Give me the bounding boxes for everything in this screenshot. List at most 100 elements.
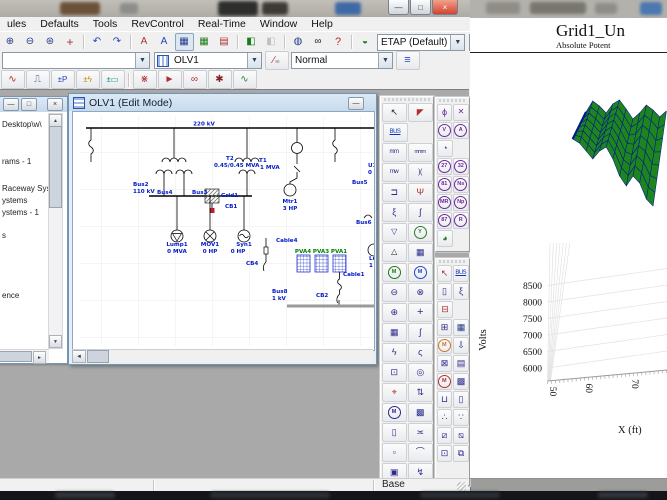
relay-87-button[interactable]: 87 xyxy=(437,212,453,229)
relay-r-button[interactable]: R xyxy=(453,212,469,229)
dc-ups-button[interactable]: ⊡ xyxy=(437,445,453,462)
resize-grip[interactable] xyxy=(457,482,466,491)
ammeter-button[interactable]: A xyxy=(453,122,469,139)
relay-27-button[interactable]: 27 xyxy=(437,158,453,175)
remote-control-button[interactable]: ⌖ xyxy=(382,383,407,402)
dc-converter-button[interactable]: ⊟ xyxy=(437,301,454,318)
dc-machine-button[interactable]: M xyxy=(437,373,453,390)
menu-item-real-time[interactable]: Real-Time xyxy=(191,18,253,30)
zoom-out-button[interactable]: ⊖ xyxy=(21,33,40,51)
taskbar-item[interactable] xyxy=(55,492,115,498)
machine-composite-button[interactable]: M xyxy=(382,403,407,422)
tree-item[interactable]: ystems xyxy=(2,196,27,205)
relay-81-button[interactable]: 81 xyxy=(437,176,453,193)
generator-button[interactable]: Y xyxy=(408,223,433,242)
cable-raceway-button[interactable]: ʃ xyxy=(408,323,433,342)
tree-item[interactable]: ystems - 1 xyxy=(2,208,39,217)
annotation-tool-button[interactable]: ∕₌ xyxy=(265,51,289,70)
menu-item-defaults[interactable]: Defaults xyxy=(33,18,86,30)
menu-item-ules[interactable]: ules xyxy=(0,18,33,30)
maximize-button[interactable]: □ xyxy=(410,0,431,15)
rectifier-button[interactable]: ⧅ xyxy=(453,427,469,444)
dc-link-button[interactable]: ∴ xyxy=(437,409,453,426)
text-edit-button[interactable]: A xyxy=(155,33,174,51)
tree-item[interactable]: rams - 1 xyxy=(2,157,31,166)
area-select-button[interactable]: ◤ xyxy=(408,103,433,122)
tree-item[interactable]: s xyxy=(2,231,6,240)
grid-display-button[interactable]: ▦ xyxy=(175,33,194,51)
scrollbar-thumb[interactable] xyxy=(87,350,109,363)
fuse-button[interactable]: ▫ xyxy=(382,443,407,462)
taskbar-item[interactable] xyxy=(598,492,648,498)
transformer-zigzag-button[interactable]: mw xyxy=(382,163,407,182)
menu-item-tools[interactable]: Tools xyxy=(86,18,125,30)
transmission-line-button[interactable]: Ψ xyxy=(408,183,433,202)
check-continuity-button[interactable]: ◧ xyxy=(262,33,281,51)
panel-system-button[interactable]: ▦ xyxy=(382,323,407,342)
transmission-tower-button[interactable]: △ xyxy=(382,243,407,262)
one-line-diagram[interactable]: 220 kV T2 0.45/0.45 MVA T1 1 MVA Bus2 11… xyxy=(80,116,374,346)
panel-maximize-button[interactable]: □ xyxy=(21,98,37,111)
dc-motor-button[interactable]: M xyxy=(437,337,453,354)
dc-cell-button[interactable]: ⊔ xyxy=(437,391,453,408)
palette-grip[interactable] xyxy=(384,98,430,101)
dc-network-button[interactable]: ▩ xyxy=(453,373,469,390)
dc-composite-button[interactable]: ⊠ xyxy=(437,355,453,372)
chevron-down-icon[interactable]: ▼ xyxy=(450,35,464,50)
context-help-button[interactable]: ? xyxy=(329,33,348,51)
close-button[interactable]: × xyxy=(432,0,458,15)
gauge-meter-button[interactable]: ◕ xyxy=(437,230,454,247)
scrollbar-thumb[interactable] xyxy=(0,351,32,362)
text-box-button[interactable]: A xyxy=(135,33,154,51)
etap-titlebar[interactable]: —□× xyxy=(0,0,470,17)
themes-button[interactable]: ▤ xyxy=(215,33,234,51)
scroll-right-icon[interactable]: ► xyxy=(33,351,46,364)
dotted-panel-button[interactable]: ▩ xyxy=(408,403,433,422)
harmonic-analysis-button[interactable]: ∿ xyxy=(233,70,257,89)
palette-grip[interactable] xyxy=(439,260,466,263)
panel-close-button[interactable]: × xyxy=(47,98,63,111)
zoom-in-button[interactable]: ⊕ xyxy=(1,33,20,51)
dc-resistor-button[interactable]: ξ xyxy=(453,283,469,300)
dc-battery-bank-button[interactable]: ▯ xyxy=(453,391,469,408)
load-profile-button[interactable]: ⎍ xyxy=(26,70,50,89)
scrollbar-thumb[interactable] xyxy=(49,126,62,208)
relay-ns-button[interactable]: Ns xyxy=(453,176,469,193)
redo-button[interactable]: ↷ xyxy=(108,33,127,51)
pan-button[interactable]: + xyxy=(61,33,80,51)
impedance-button[interactable]: ʃ xyxy=(408,203,433,222)
tree-vertical-scrollbar[interactable]: ▲ ▼ xyxy=(48,113,63,349)
diagram-horizontal-scrollbar[interactable]: ◄ xyxy=(72,349,373,362)
disconnect-switch-button[interactable]: ✕ xyxy=(453,104,469,121)
dc-charger-button[interactable]: ⊞ xyxy=(437,319,453,336)
scroll-left-icon[interactable]: ◄ xyxy=(72,350,86,363)
tree-item[interactable]: Raceway Syste xyxy=(2,184,50,193)
harmonic-source-button[interactable]: ◎ xyxy=(408,363,433,382)
project-profile-combo[interactable]: ETAP (Default) ▼ xyxy=(377,34,465,51)
battery-button[interactable]: ▯ xyxy=(382,423,407,442)
transient-stability-button[interactable]: ⋇ xyxy=(133,70,157,89)
reactor-core-button[interactable]: )( xyxy=(408,163,433,182)
etap-real-time-button[interactable]: ◒ xyxy=(356,33,375,51)
grid-color-button[interactable]: ▦ xyxy=(195,33,214,51)
current-limiting-reactor-button[interactable]: ξ xyxy=(382,203,407,222)
chevron-down-icon[interactable]: ▼ xyxy=(247,53,261,68)
system-manager-titlebar[interactable]: — □ × xyxy=(0,97,67,112)
synchronous-machine-button[interactable]: M xyxy=(408,263,433,282)
static-load-button[interactable]: ⊕ xyxy=(382,303,407,322)
child-minimize-button[interactable]: — xyxy=(348,97,364,110)
mov-button[interactable]: ⊗ xyxy=(408,283,433,302)
relay-np-button[interactable]: Np xyxy=(453,194,469,211)
taskbar-item[interactable] xyxy=(210,492,330,498)
tree-horizontal-scrollbar[interactable]: ► xyxy=(0,349,49,362)
display-mode-combo[interactable]: Normal ▼ xyxy=(291,52,393,69)
olv1-titlebar[interactable]: OLV1 (Edit Mode) — xyxy=(69,94,376,111)
two-way-feeder-button[interactable]: ⇅ xyxy=(408,383,433,402)
cable-button[interactable]: ⊐ xyxy=(382,183,407,202)
revision-combo[interactable]: ▼ xyxy=(2,52,150,69)
dc-tie-button[interactable]: ∵ xyxy=(453,409,469,426)
dc-battery-button[interactable]: ▯ xyxy=(437,283,453,300)
switch-button[interactable]: ⌒ xyxy=(408,443,433,462)
bus-tie-button[interactable]: + xyxy=(408,303,433,322)
minimize-button[interactable]: — xyxy=(388,0,409,15)
